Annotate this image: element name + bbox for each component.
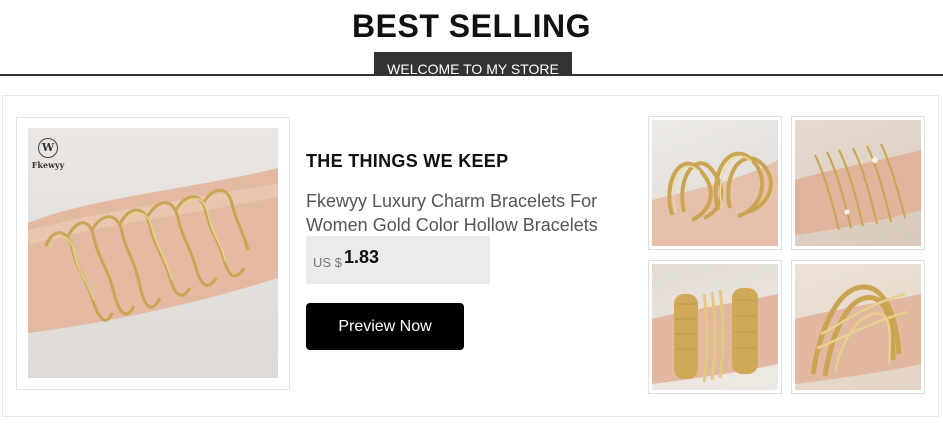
section-title: THE THINGS WE KEEP: [306, 151, 509, 171]
welcome-badge: WELCOME TO MY STORE: [374, 52, 572, 76]
layered-gold-cuff-image: [795, 284, 921, 384]
thumbnail-3[interactable]: [648, 260, 782, 394]
thin-bangles-wrist-image: [795, 143, 921, 235]
thumbnail-1[interactable]: [648, 116, 782, 250]
thumbnail-2[interactable]: [791, 116, 925, 250]
product-name[interactable]: Fkewyy Luxury Charm Bracelets For Women …: [306, 189, 626, 237]
w-circle-logo-icon: W: [38, 138, 58, 158]
page-title: BEST SELLING: [352, 8, 591, 44]
price-currency: US $: [313, 255, 342, 270]
preview-now-button[interactable]: Preview Now: [306, 303, 464, 350]
price-value: 1.83: [344, 247, 380, 267]
price-box: US $ 1.83: [306, 236, 490, 284]
wave-cuff-bracelet-image: [652, 151, 778, 246]
mesh-bangle-stack-image: [652, 288, 778, 384]
brand-name: Fkewyy: [31, 160, 65, 170]
brand-logo: W Fkewyy: [30, 138, 66, 174]
thumbnail-4[interactable]: [791, 260, 925, 394]
